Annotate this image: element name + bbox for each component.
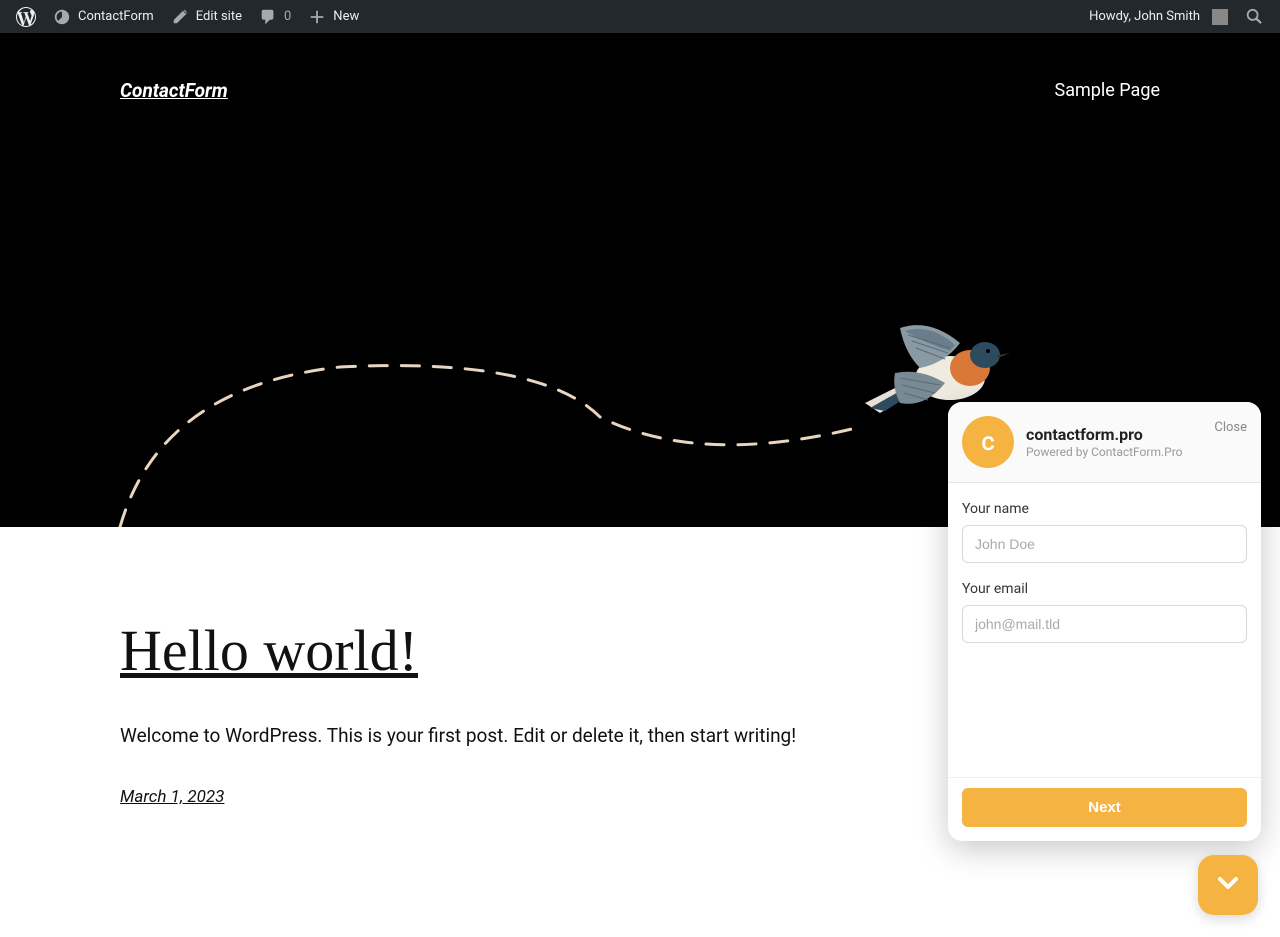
- chevron-down-icon: [1212, 867, 1244, 903]
- wp-logo-menu[interactable]: [8, 0, 44, 33]
- edit-site-menu[interactable]: Edit site: [162, 0, 250, 33]
- new-content-menu[interactable]: New: [299, 0, 367, 33]
- admin-bar-right: Howdy, John Smith: [1081, 0, 1272, 33]
- name-label: Your name: [962, 501, 1247, 517]
- chat-toggle-button[interactable]: [1198, 855, 1258, 915]
- contact-form-popup: c contactform.pro Powered by ContactForm…: [948, 402, 1261, 841]
- popup-close-button[interactable]: Close: [1214, 420, 1247, 435]
- admin-bar-left: ContactForm Edit site 0 New: [8, 0, 367, 33]
- avatar: [1212, 9, 1228, 25]
- site-name-label: ContactForm: [78, 9, 154, 24]
- popup-avatar: c: [962, 416, 1014, 468]
- wordpress-logo-icon: [16, 7, 36, 27]
- comments-menu[interactable]: 0: [250, 0, 299, 33]
- wp-admin-bar: ContactForm Edit site 0 New Howdy, John …: [0, 0, 1280, 33]
- comments-icon: [258, 7, 278, 27]
- popup-body: Your name Your email: [948, 483, 1261, 777]
- site-header: ContactForm Sample Page: [0, 33, 1280, 148]
- plus-icon: [307, 7, 327, 27]
- search-menu[interactable]: [1236, 0, 1272, 33]
- dashboard-icon: [52, 7, 72, 27]
- popup-header-text: contactform.pro Powered by ContactForm.P…: [1026, 425, 1202, 459]
- edit-site-label: Edit site: [196, 9, 242, 24]
- site-name-menu[interactable]: ContactForm: [44, 0, 162, 33]
- popup-title: contactform.pro: [1026, 425, 1202, 444]
- popup-footer: Next: [948, 777, 1261, 841]
- next-button[interactable]: Next: [962, 788, 1247, 827]
- greeting-text: Howdy, John Smith: [1089, 9, 1200, 24]
- name-input[interactable]: [962, 525, 1247, 563]
- popup-header: c contactform.pro Powered by ContactForm…: [948, 402, 1261, 483]
- edit-icon: [170, 7, 190, 27]
- popup-subtitle: Powered by ContactForm.Pro: [1026, 445, 1202, 459]
- email-label: Your email: [962, 581, 1247, 597]
- new-label: New: [333, 9, 359, 24]
- my-account-menu[interactable]: Howdy, John Smith: [1081, 0, 1236, 33]
- nav-sample-page[interactable]: Sample Page: [1055, 80, 1160, 101]
- comments-count: 0: [284, 9, 291, 24]
- search-icon: [1244, 7, 1264, 27]
- dashed-path-decoration: [100, 327, 900, 527]
- site-title-link[interactable]: ContactForm: [120, 79, 228, 102]
- email-input[interactable]: [962, 605, 1247, 643]
- post-date-link[interactable]: March 1, 2023: [120, 787, 224, 807]
